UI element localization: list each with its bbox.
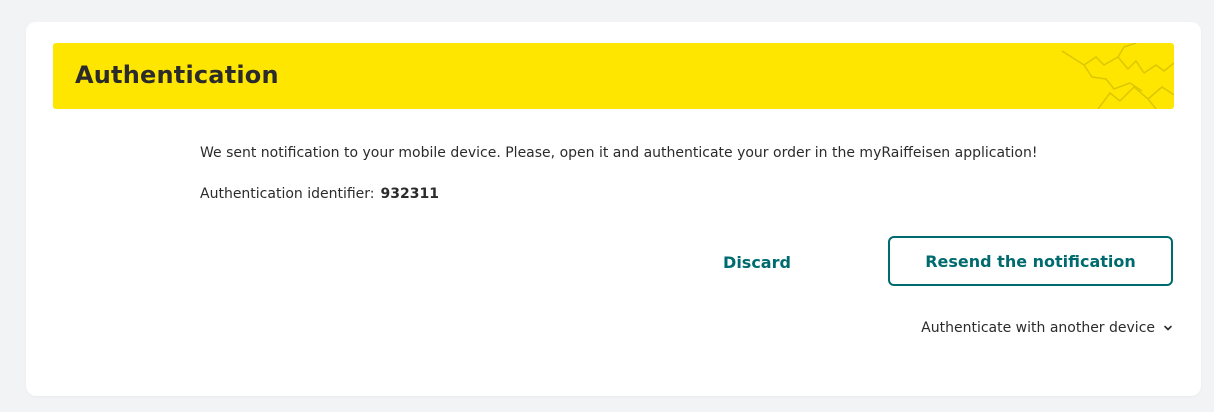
identifier-value: 932311	[380, 186, 439, 202]
identifier-label: Authentication identifier:	[200, 186, 375, 202]
chevron-down-icon	[1164, 325, 1172, 331]
authenticate-another-device-link[interactable]: Authenticate with another device	[921, 320, 1173, 336]
page-title: Authentication	[75, 61, 279, 89]
authentication-card: Authentication We sent notification to y…	[26, 22, 1201, 396]
raiffeisen-logo-icon	[1061, 43, 1174, 109]
notification-message: We sent notification to your mobile devi…	[200, 145, 1038, 161]
resend-notification-button[interactable]: Resend the notification	[888, 236, 1173, 286]
discard-button[interactable]: Discard	[702, 237, 812, 287]
another-device-label: Authenticate with another device	[921, 320, 1155, 336]
authentication-identifier: Authentication identifier: 932311	[200, 186, 439, 202]
header-banner: Authentication	[53, 43, 1174, 109]
